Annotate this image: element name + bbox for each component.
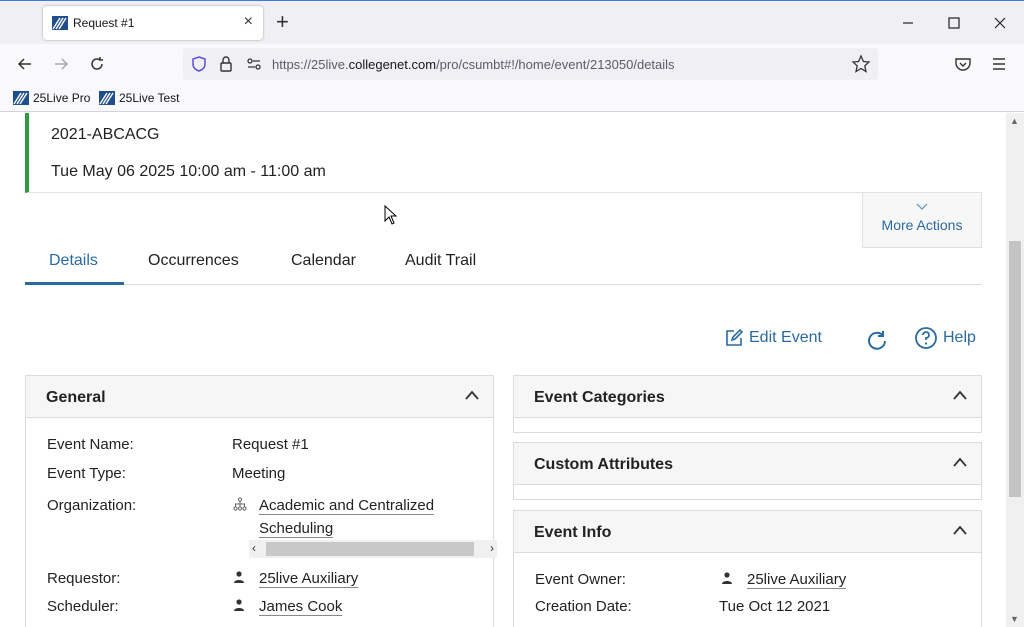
help-label: Help (943, 329, 976, 346)
person-icon (234, 571, 244, 583)
organization-line-2: Scheduling (259, 520, 334, 538)
maximize-icon[interactable] (944, 13, 964, 33)
bookmark-25live-pro[interactable]: 25Live Pro (13, 91, 90, 105)
organization-label: Organization: (47, 497, 137, 514)
event-owner-label: Event Owner: (535, 571, 626, 588)
event-categories-panel: Event Categories (513, 375, 982, 433)
custom-attributes-panel: Custom Attributes (513, 442, 982, 500)
scroll-thumb[interactable] (1009, 241, 1021, 497)
event-type-label: Event Type: (47, 465, 126, 482)
browser-tab[interactable]: Request #1 × (43, 6, 263, 40)
close-tab-icon[interactable]: × (244, 13, 253, 31)
event-categories-title: Event Categories (534, 389, 665, 406)
refresh-icon[interactable] (865, 329, 889, 353)
organization-link[interactable]: Academic and Centralized (259, 497, 435, 515)
organization-icon (233, 497, 247, 511)
shield-icon[interactable] (189, 54, 209, 74)
more-actions-label: More Actions (881, 217, 963, 233)
chevron-down-icon (916, 203, 928, 210)
new-tab-button[interactable]: + (276, 10, 289, 34)
organization-line-1: Academic and Centralized (259, 497, 435, 515)
tab-title: Request #1 (73, 16, 135, 30)
25live-logo-icon (13, 91, 29, 105)
organization-link-continued[interactable]: Scheduling (259, 520, 334, 538)
event-info-title: Event Info (534, 524, 612, 541)
bookmarks-toolbar: 25Live Pro 25Live Test (0, 84, 1024, 112)
chevron-up-icon[interactable] (953, 390, 967, 400)
browser-titlebar: Request #1 × + (0, 0, 1024, 44)
tab-audit-trail[interactable]: Audit Trail (405, 252, 476, 270)
event-categories-header[interactable]: Event Categories (514, 376, 981, 418)
tab-calendar[interactable]: Calendar (291, 252, 356, 270)
event-header: 2021-ABCACG Tue May 06 2025 10:00 am - 1… (25, 113, 982, 193)
event-owner-value: 25live Auxiliary (747, 571, 847, 589)
creation-date-value: Tue Oct 12 2021 (719, 598, 831, 615)
general-panel: General Event Name: Request #1 Event Typ… (25, 375, 497, 627)
requestor-value: 25live Auxiliary (259, 570, 359, 588)
requestor-link[interactable]: 25live Auxiliary (259, 570, 359, 588)
scroll-left-icon[interactable]: ‹ (252, 541, 256, 555)
event-name-value: Request #1 (232, 436, 309, 453)
close-window-icon[interactable] (990, 13, 1010, 33)
scroll-right-icon[interactable]: › (490, 541, 494, 555)
person-icon (722, 572, 732, 584)
event-info-panel: Event Info Event Owner: 25live Auxiliary… (513, 510, 982, 627)
general-panel-title: General (46, 389, 106, 406)
lock-icon[interactable] (216, 54, 236, 74)
creation-date-label: Creation Date: (535, 598, 632, 615)
bookmark-star-icon[interactable] (851, 54, 871, 74)
permissions-icon[interactable] (244, 54, 264, 74)
chevron-up-icon[interactable] (465, 390, 479, 400)
help-button[interactable]: Help (914, 326, 976, 350)
url-bar[interactable]: https://25live.collegenet.com/pro/csumbt… (183, 48, 878, 80)
bookmark-label: 25Live Pro (33, 91, 91, 105)
scroll-thumb[interactable] (266, 542, 474, 556)
edit-event-label: Edit Event (749, 329, 822, 346)
active-tab-indicator (25, 282, 124, 285)
menu-icon[interactable] (989, 54, 1009, 74)
event-tabs: Details Occurrences Calendar Audit Trail (25, 241, 982, 285)
event-info-header[interactable]: Event Info (514, 511, 981, 553)
organization-scrollbar[interactable]: ‹ › (249, 540, 497, 558)
tab-occurrences[interactable]: Occurrences (148, 252, 239, 270)
page-content: 2021-ABCACG Tue May 06 2025 10:00 am - 1… (0, 113, 1006, 627)
back-arrow-icon[interactable] (15, 54, 35, 74)
scheduler-label: Scheduler: (47, 598, 119, 615)
event-type-value: Meeting (232, 465, 286, 482)
event-name-label: Event Name: (47, 436, 134, 453)
25live-logo-icon (52, 16, 68, 30)
more-actions-button[interactable]: More Actions (862, 193, 982, 248)
custom-attributes-header[interactable]: Custom Attributes (514, 443, 981, 485)
reload-icon[interactable] (87, 54, 107, 74)
tab-details[interactable]: Details (49, 252, 98, 270)
url-text[interactable]: https://25live.collegenet.com/pro/csumbt… (272, 57, 675, 72)
help-icon (915, 327, 937, 349)
scroll-down-icon[interactable]: ▼ (1010, 614, 1019, 624)
pocket-icon[interactable] (953, 54, 973, 74)
mouse-cursor-icon (384, 205, 398, 225)
general-panel-header[interactable]: General (26, 376, 493, 418)
event-owner-link[interactable]: 25live Auxiliary (747, 571, 847, 589)
scheduler-value: James Cook (259, 598, 343, 616)
25live-logo-icon (99, 91, 115, 105)
bookmark-25live-test[interactable]: 25Live Test (99, 91, 180, 105)
event-code: 2021-ABCACG (51, 126, 160, 143)
custom-attributes-title: Custom Attributes (534, 456, 673, 473)
edit-icon (726, 328, 744, 346)
chevron-up-icon[interactable] (953, 525, 967, 535)
chevron-up-icon[interactable] (953, 457, 967, 467)
requestor-label: Requestor: (47, 570, 121, 587)
person-icon (234, 599, 244, 611)
browser-navbar: https://25live.collegenet.com/pro/csumbt… (0, 44, 1024, 84)
forward-arrow-icon[interactable] (51, 54, 71, 74)
bookmark-label: 25Live Test (119, 91, 180, 105)
page-scrollbar[interactable]: ▲ ▼ (1006, 113, 1024, 627)
scroll-up-icon[interactable]: ▲ (1010, 116, 1019, 126)
scheduler-link[interactable]: James Cook (259, 598, 343, 616)
edit-event-button[interactable]: Edit Event (724, 328, 822, 348)
event-datetime: Tue May 06 2025 10:00 am - 11:00 am (51, 163, 326, 180)
minimize-icon[interactable] (898, 13, 918, 33)
